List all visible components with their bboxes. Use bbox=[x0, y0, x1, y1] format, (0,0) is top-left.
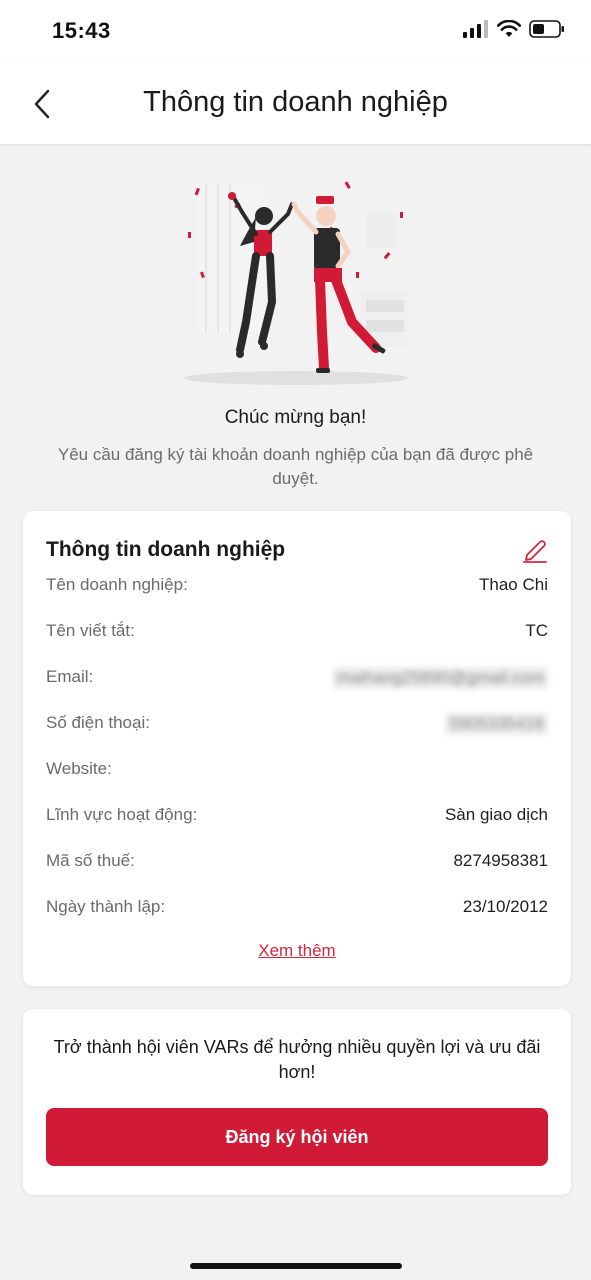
page-title: Thông tin doanh nghiệp bbox=[143, 86, 448, 118]
info-value-email: maihang25890@gmail.com bbox=[332, 667, 548, 689]
info-row-industry: Lĩnh vực hoạt động: Sàn giao dịch bbox=[46, 805, 548, 829]
info-row-website: Website: bbox=[46, 759, 548, 783]
info-row-phone: Số điện thoại: 0905335416 bbox=[46, 713, 548, 737]
see-more-link[interactable]: Xem thêm bbox=[23, 941, 571, 961]
signal-icon bbox=[463, 20, 488, 38]
info-value: Sàn giao dịch bbox=[444, 805, 548, 824]
info-row-founded-date: Ngày thành lập: 23/10/2012 bbox=[46, 897, 548, 921]
info-row-short-name: Tên viết tắt: TC bbox=[46, 621, 548, 645]
status-icons bbox=[463, 20, 565, 38]
info-value: TC bbox=[525, 621, 548, 640]
status-bar: 15:43 bbox=[0, 0, 591, 64]
membership-message: Trở thành hội viên VARs để hưởng nhiều q… bbox=[53, 1037, 541, 1082]
info-row-business-name: Tên doanh nghiệp: Thao Chi bbox=[46, 575, 548, 599]
info-label: Email: bbox=[46, 667, 94, 686]
card-title: Thông tin doanh nghiệp bbox=[46, 538, 286, 561]
info-row-tax-code: Mã số thuế: 8274958381 bbox=[46, 851, 548, 875]
celebration-illustration bbox=[184, 181, 409, 385]
info-label: Tên viết tắt: bbox=[46, 621, 135, 640]
info-row-email: Email: maihang25890@gmail.com bbox=[46, 667, 548, 691]
status-time: 15:43 bbox=[52, 18, 111, 43]
congrats-title: Chúc mừng bạn! bbox=[224, 407, 367, 428]
home-indicator[interactable] bbox=[190, 1263, 402, 1269]
info-value-phone: 0905335416 bbox=[445, 713, 548, 735]
info-value: 23/10/2012 bbox=[462, 897, 548, 916]
info-value: 8274958381 bbox=[453, 851, 548, 870]
info-label: Lĩnh vực hoạt động: bbox=[46, 805, 198, 824]
info-label: Website: bbox=[46, 759, 112, 778]
membership-card: Trở thành hội viên VARs để hưởng nhiều q… bbox=[23, 1009, 571, 1195]
info-label: Mã số thuế: bbox=[46, 851, 135, 870]
congrats-message: Yêu cầu đăng ký tài khoản doanh nghiệp c… bbox=[57, 445, 534, 488]
info-label: Số điện thoại: bbox=[46, 713, 150, 732]
edit-pencil-icon bbox=[523, 540, 547, 563]
business-info-card: Thông tin doanh nghiệp Tên doanh nghiệp:… bbox=[23, 511, 571, 986]
register-member-button[interactable]: Đăng ký hội viên bbox=[46, 1108, 548, 1166]
app-header: Thông tin doanh nghiệp bbox=[0, 64, 591, 145]
info-value: Thao Chi bbox=[479, 575, 548, 594]
wifi-icon bbox=[497, 20, 521, 37]
battery-icon bbox=[529, 20, 564, 38]
info-label: Tên doanh nghiệp: bbox=[46, 575, 188, 594]
edit-button[interactable] bbox=[521, 535, 549, 563]
info-label: Ngày thành lập: bbox=[46, 897, 166, 916]
